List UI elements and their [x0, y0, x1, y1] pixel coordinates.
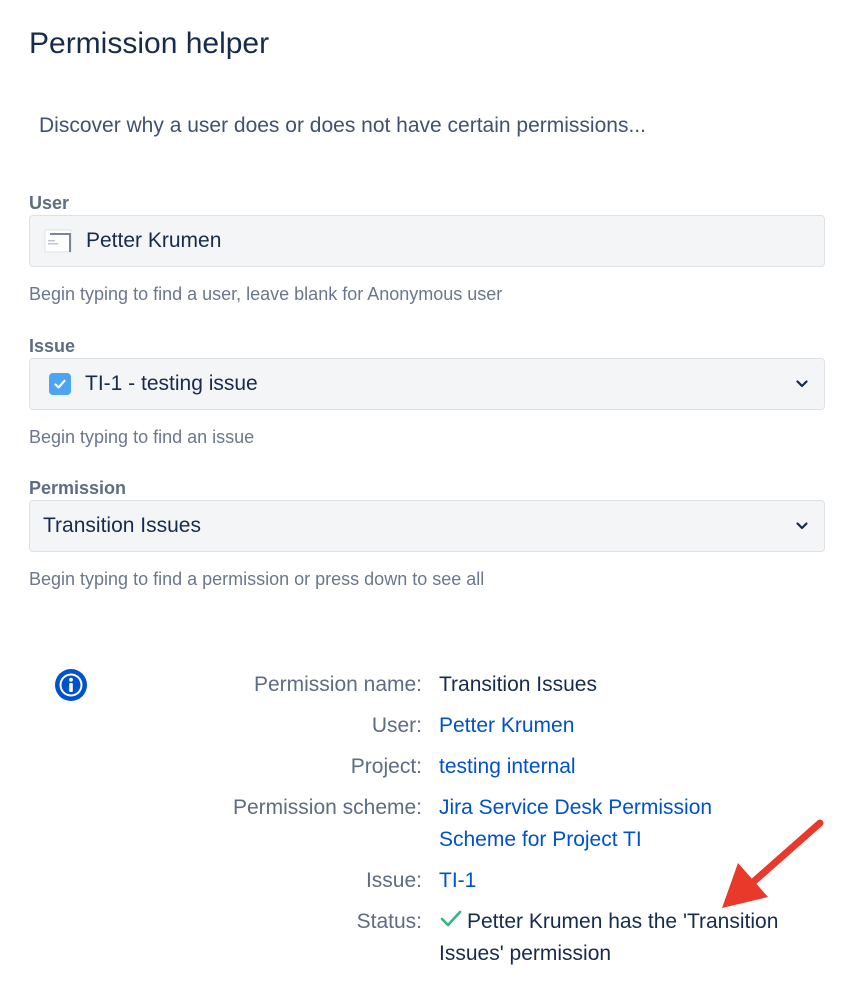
checkmark-icon: [440, 910, 462, 927]
issue-value: TI-1 - testing issue: [85, 372, 258, 395]
status-value: Petter Krumen has the 'Transition Issues…: [439, 910, 779, 965]
page-title: Permission helper: [29, 27, 270, 60]
status-label: Status:: [356, 910, 422, 933]
checkbox-icon: [49, 373, 71, 395]
status-value-container: Petter Krumen has the 'Transition Issues…: [439, 906, 834, 970]
permission-name-value: Transition Issues: [439, 673, 597, 696]
issue-label: Issue: [29, 336, 76, 356]
info-icon: [54, 668, 88, 702]
permission-select[interactable]: Transition Issues: [29, 500, 825, 552]
page-intro: Discover why a user does or does not hav…: [39, 114, 646, 137]
permission-scheme-label: Permission scheme:: [232, 796, 422, 819]
permission-value: Transition Issues: [43, 514, 201, 537]
permission-name-label: Permission name:: [253, 673, 422, 696]
permission-scheme-link[interactable]: Jira Service Desk Permission Scheme for …: [439, 796, 712, 851]
user-link[interactable]: Petter Krumen: [439, 714, 574, 737]
chevron-down-icon[interactable]: [794, 518, 810, 534]
user-label: User: [29, 193, 70, 213]
project-link[interactable]: testing internal: [439, 755, 576, 778]
permission-help: Begin typing to find a permission or pre…: [29, 569, 485, 589]
chevron-down-icon[interactable]: [794, 376, 810, 392]
user-help: Begin typing to find a user, leave blank…: [29, 284, 503, 304]
issue-help: Begin typing to find an issue: [29, 427, 255, 447]
avatar-icon: [44, 226, 74, 256]
project-label: Project:: [350, 755, 422, 778]
issue-link[interactable]: TI-1: [439, 869, 476, 892]
user-field[interactable]: Petter Krumen: [29, 215, 825, 267]
issue-result-label: Issue:: [365, 869, 422, 892]
arrow-annotation: [722, 819, 824, 908]
issue-select[interactable]: TI-1 - testing issue: [29, 358, 825, 410]
permission-label: Permission: [29, 478, 127, 498]
user-value: Petter Krumen: [86, 229, 222, 252]
user-result-label: User:: [371, 714, 422, 737]
